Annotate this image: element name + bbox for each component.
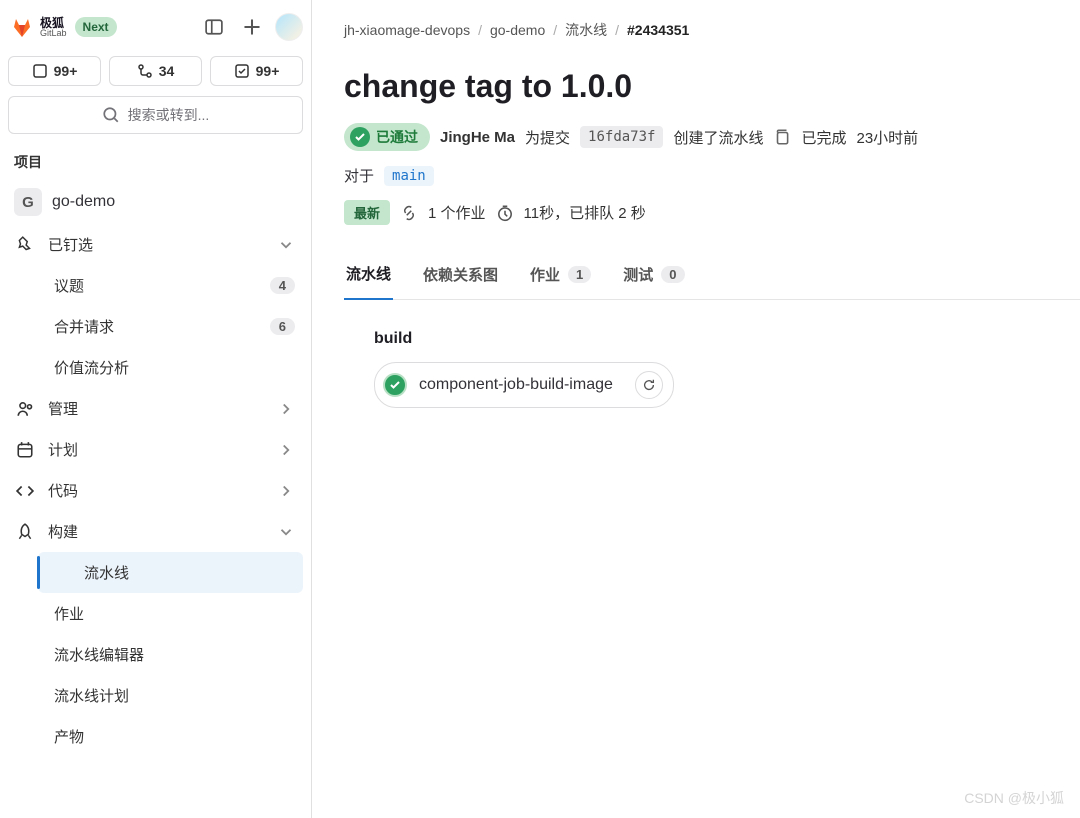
todos-count: 99+ <box>256 63 280 79</box>
latest-badge: 最新 <box>344 200 390 225</box>
todos-stat-button[interactable]: 99+ <box>210 56 303 86</box>
breadcrumb-current: #2434351 <box>627 22 689 38</box>
pinned-item-mrs[interactable]: 合并请求 6 <box>46 306 303 347</box>
user-avatar[interactable] <box>275 13 303 41</box>
pinned-toggle[interactable]: 已钉选 <box>8 224 303 265</box>
brand-sub: GitLab <box>40 29 67 38</box>
tab-tests[interactable]: 测试 0 <box>621 253 686 299</box>
calendar-icon <box>16 441 34 459</box>
status-badge: 已通过 <box>344 123 430 151</box>
merge-icon <box>137 63 153 79</box>
finished-ago: 23小时前 <box>857 127 919 148</box>
project-name: go-demo <box>52 193 115 211</box>
job-pill[interactable]: component-job-build-image <box>374 362 674 408</box>
create-button[interactable] <box>237 12 267 42</box>
jobs-tab-badge: 1 <box>568 266 591 283</box>
retry-icon <box>642 378 656 392</box>
project-initial: G <box>14 188 42 216</box>
nav-build-schedules[interactable]: 流水线计划 <box>46 675 303 716</box>
breadcrumb: jh-xiaomage-devops/ go-demo/ 流水线/ #24343… <box>344 20 1080 40</box>
search-input[interactable]: 搜索或转到... <box>8 96 303 134</box>
tabs: 流水线 依赖关系图 作业 1 测试 0 <box>344 253 1080 300</box>
mr-stat-button[interactable]: 34 <box>109 56 202 86</box>
breadcrumb-item[interactable]: 流水线 <box>565 20 607 40</box>
rocket-icon <box>16 523 34 541</box>
chevron-right-icon <box>277 482 295 500</box>
tab-jobs[interactable]: 作业 1 <box>528 253 593 299</box>
stage-title: build <box>374 330 1080 348</box>
chevron-down-icon <box>277 523 295 541</box>
nav-build-jobs[interactable]: 作业 <box>46 593 303 634</box>
issue-icon <box>32 63 48 79</box>
pin-icon <box>16 236 34 254</box>
job-name: component-job-build-image <box>419 376 613 394</box>
finished-label: 已完成 <box>801 127 846 148</box>
todo-icon <box>234 63 250 79</box>
breadcrumb-item[interactable]: jh-xiaomage-devops <box>344 22 470 38</box>
page-title: change tag to 1.0.0 <box>344 68 1080 105</box>
commit-sha[interactable]: 16fda73f <box>580 126 663 148</box>
project-row[interactable]: G go-demo <box>8 180 303 224</box>
code-icon <box>16 482 34 500</box>
sidebar-toggle-button[interactable] <box>199 12 229 42</box>
pinned-item-vsa[interactable]: 价值流分析 <box>46 347 303 388</box>
brand-name: 极狐 <box>40 17 67 29</box>
search-placeholder: 搜索或转到... <box>128 105 210 125</box>
search-icon <box>102 106 120 124</box>
clock-icon <box>496 204 514 222</box>
plus-icon <box>243 18 261 36</box>
watermark: CSDN @极小狐 <box>964 788 1064 808</box>
nav-build[interactable]: 构建 <box>8 511 303 552</box>
link-icon <box>400 204 418 222</box>
issues-badge: 4 <box>270 277 295 294</box>
pinned-item-issues[interactable]: 议题 4 <box>46 265 303 306</box>
mr-count: 34 <box>159 63 175 79</box>
nav-build-artifacts[interactable]: 产物 <box>46 716 303 757</box>
copy-icon[interactable] <box>773 128 791 146</box>
users-icon <box>16 400 34 418</box>
jobs-count-label: 1 个作业 <box>428 202 486 223</box>
tanuki-icon <box>10 15 34 39</box>
gitlab-logo[interactable]: 极狐 GitLab <box>10 15 67 39</box>
retry-button[interactable] <box>635 371 663 399</box>
nav-manage[interactable]: 管理 <box>8 388 303 429</box>
mrs-badge: 6 <box>270 318 295 335</box>
tab-needs[interactable]: 依赖关系图 <box>421 253 500 299</box>
check-icon <box>350 127 370 147</box>
pinned-label: 已钉选 <box>48 234 93 255</box>
nav-plan[interactable]: 计划 <box>8 429 303 470</box>
job-status-icon <box>383 373 407 397</box>
nav-code[interactable]: 代码 <box>8 470 303 511</box>
nav-build-editor[interactable]: 流水线编辑器 <box>46 634 303 675</box>
projects-section-title: 项目 <box>14 152 303 172</box>
chevron-right-icon <box>277 441 295 459</box>
breadcrumb-item[interactable]: go-demo <box>490 22 545 38</box>
tab-pipeline[interactable]: 流水线 <box>344 253 393 300</box>
chevron-right-icon <box>277 400 295 418</box>
nav-build-pipelines[interactable]: 流水线 <box>38 552 303 593</box>
next-badge: Next <box>75 17 117 37</box>
issues-count: 99+ <box>54 63 78 79</box>
branch-chip[interactable]: main <box>384 166 434 186</box>
author-name[interactable]: JingHe Ma <box>440 129 515 146</box>
issues-stat-button[interactable]: 99+ <box>8 56 101 86</box>
panel-icon <box>205 18 223 36</box>
chevron-down-icon <box>277 236 295 254</box>
tests-tab-badge: 0 <box>661 266 684 283</box>
duration-text: 11秒，已排队 2 秒 <box>524 202 646 223</box>
